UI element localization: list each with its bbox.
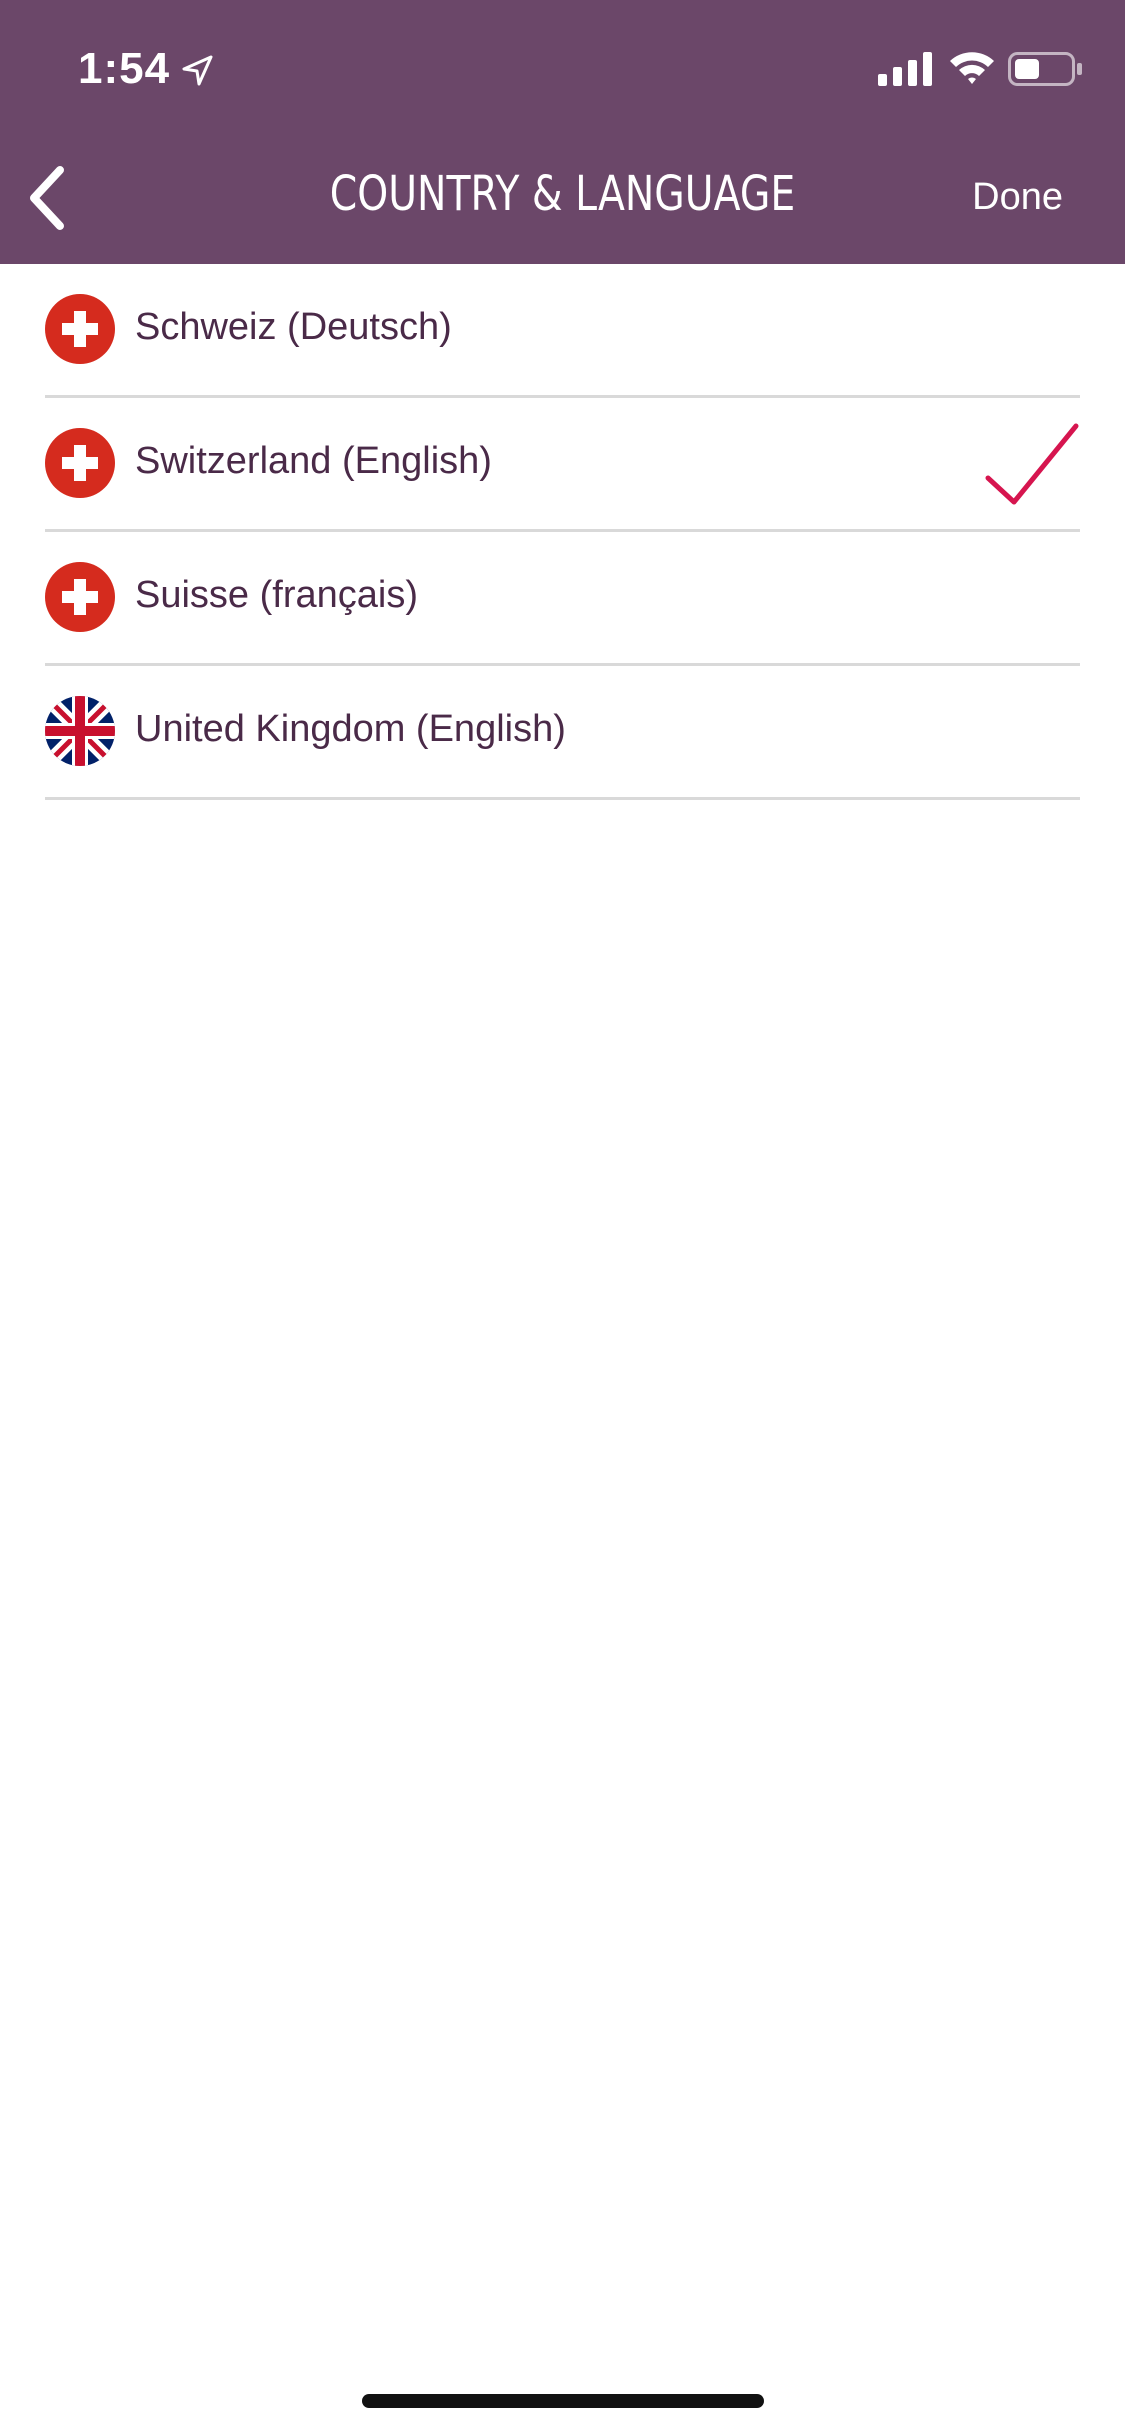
swiss-flag-icon	[45, 562, 115, 632]
navigation-bar: COUNTRY & LANGUAGE Done	[0, 132, 1125, 264]
page-title: COUNTRY & LANGUAGE	[329, 166, 796, 222]
cellular-signal-icon	[878, 52, 932, 86]
wifi-icon	[950, 52, 994, 84]
home-indicator[interactable]	[362, 2394, 764, 2408]
location-arrow-icon	[182, 55, 213, 86]
list-item-switzerland-english[interactable]: Switzerland (English)	[45, 398, 1080, 532]
header: 1:54 COUNTRY & LANGUAGE Done	[0, 0, 1125, 264]
status-bar: 1:54	[0, 0, 1125, 132]
done-button[interactable]: Done	[972, 176, 1063, 219]
status-time: 1:54	[78, 44, 171, 93]
list-item-schweiz-deutsch[interactable]: Schweiz (Deutsch)	[45, 264, 1080, 398]
checkmark-icon	[985, 423, 1079, 505]
list-item-label: Suisse (français)	[135, 574, 418, 616]
country-language-list: Schweiz (Deutsch) Switzerland (English) …	[0, 264, 1125, 800]
list-item-label: Switzerland (English)	[135, 440, 492, 482]
swiss-flag-icon	[45, 428, 115, 498]
swiss-flag-icon	[45, 294, 115, 364]
list-item-united-kingdom-english[interactable]: United Kingdom (English)	[45, 666, 1080, 800]
list-item-label: Schweiz (Deutsch)	[135, 306, 452, 348]
list-item-label: United Kingdom (English)	[135, 708, 566, 750]
uk-flag-icon	[45, 696, 115, 766]
back-chevron-icon[interactable]	[14, 160, 90, 236]
list-item-suisse-francais[interactable]: Suisse (français)	[45, 532, 1080, 666]
battery-icon	[1008, 52, 1082, 86]
